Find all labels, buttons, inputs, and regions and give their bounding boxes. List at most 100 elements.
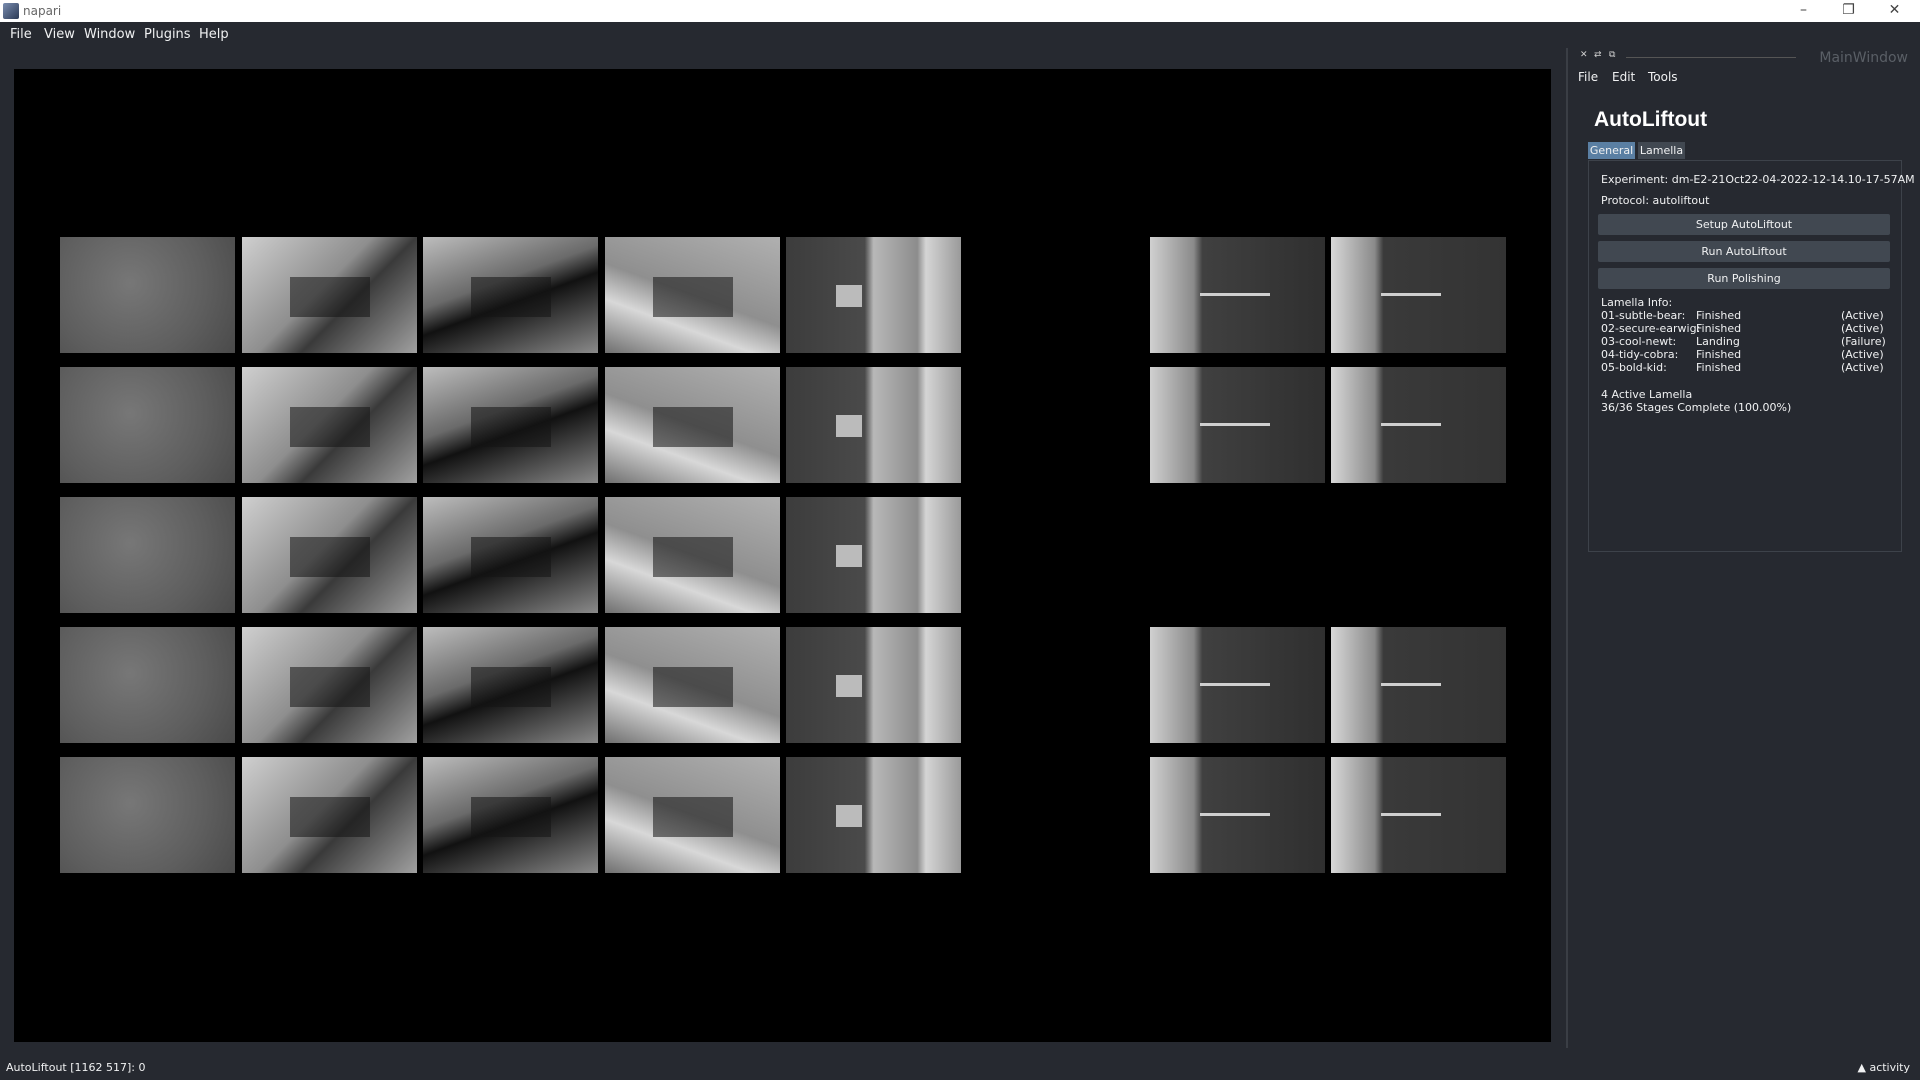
menu-file[interactable]: File xyxy=(10,27,32,42)
needle-mark xyxy=(1200,293,1270,296)
lamella-row: 04-tidy-cobra: Finished (Active) xyxy=(1601,348,1886,361)
microscope-image-side xyxy=(786,757,961,873)
dock-title-bar: ✕ ⇄ ⧉ MainWindow xyxy=(1576,50,1916,66)
lamella-stage: Finished xyxy=(1696,361,1742,374)
napari-logo-icon xyxy=(3,3,19,19)
menu-window[interactable]: Window xyxy=(84,27,135,42)
needle-mark xyxy=(1200,423,1270,426)
trench-mark xyxy=(471,277,551,317)
microscope-image-undercut xyxy=(423,627,598,743)
close-button[interactable]: ✕ xyxy=(1872,0,1917,22)
microscope-image-side xyxy=(786,627,961,743)
needle-mark xyxy=(1200,683,1270,686)
needle-mark xyxy=(1381,813,1441,816)
microscope-image-trench xyxy=(242,757,417,873)
trench-mark xyxy=(290,667,370,707)
microscope-image-liftout-a xyxy=(1150,627,1325,743)
run-autoliftout-button[interactable]: Run AutoLiftout xyxy=(1598,241,1890,262)
lamella-row: 05-bold-kid: Finished (Active) xyxy=(1601,361,1886,374)
trench-mark xyxy=(653,537,733,577)
restore-button[interactable]: ❐ xyxy=(1826,0,1871,22)
trench-mark xyxy=(471,537,551,577)
microscope-image-trench xyxy=(242,627,417,743)
main-menubar: File View Window Plugins Help xyxy=(0,22,1560,48)
microscope-image-liftout-b xyxy=(1331,627,1506,743)
dock-menu-file[interactable]: File xyxy=(1578,70,1598,84)
trench-mark xyxy=(653,667,733,707)
plugin-title: AutoLiftout xyxy=(1594,108,1708,131)
viewer-canvas[interactable] xyxy=(14,69,1551,1042)
menu-help[interactable]: Help xyxy=(199,27,229,42)
lamella-name: 05-bold-kid: xyxy=(1601,361,1667,374)
status-bar-text: AutoLiftout [1162 517]: 0 xyxy=(6,1061,146,1074)
lamella-name: 03-cool-newt: xyxy=(1601,335,1677,348)
dock-swap-icon[interactable]: ⇄ xyxy=(1594,50,1602,60)
lamella-name: 01-subtle-bear: xyxy=(1601,309,1686,322)
menu-view[interactable]: View xyxy=(44,27,75,42)
microscope-image-undercut xyxy=(423,367,598,483)
trench-mark xyxy=(653,407,733,447)
lamella-name: 02-secure-earwig: xyxy=(1601,322,1701,335)
trench-mark xyxy=(653,277,733,317)
tab-lamella[interactable]: Lamella xyxy=(1638,142,1685,159)
trench-mark xyxy=(471,407,551,447)
needle-mark xyxy=(1381,293,1441,296)
lamella-block-mark xyxy=(836,415,862,437)
microscope-image-liftout-a xyxy=(1150,237,1325,353)
microscope-image-surface xyxy=(60,237,235,353)
dock-float-icon[interactable]: ⧉ xyxy=(1609,50,1615,60)
needle-mark xyxy=(1200,813,1270,816)
tab-general[interactable]: General xyxy=(1588,142,1635,159)
dock-menu-tools[interactable]: Tools xyxy=(1648,70,1678,84)
run-polishing-button[interactable]: Run Polishing xyxy=(1598,268,1890,289)
lamella-status: (Active) xyxy=(1841,322,1884,335)
microscope-image-needle xyxy=(605,757,780,873)
lamella-status: (Failure) xyxy=(1841,335,1886,348)
lamella-block-mark xyxy=(836,805,862,827)
dock-window-title: MainWindow xyxy=(1819,50,1908,66)
microscope-image-liftout-a xyxy=(1150,367,1325,483)
microscope-image-needle xyxy=(605,237,780,353)
protocol-label: Protocol: autoliftout xyxy=(1601,194,1710,207)
microscope-image-trench xyxy=(242,237,417,353)
microscope-image-trench xyxy=(242,497,417,613)
chevron-up-icon: ▲ xyxy=(1857,1061,1866,1074)
microscope-image-liftout-a xyxy=(1150,757,1325,873)
activity-button[interactable]: ▲ activity xyxy=(1857,1061,1910,1074)
experiment-label: Experiment: dm-E2-21Oct22-04-2022-12-14.… xyxy=(1601,173,1915,186)
lamella-block-mark xyxy=(836,545,862,567)
lamella-status: (Active) xyxy=(1841,361,1884,374)
trench-mark xyxy=(471,797,551,837)
trench-mark xyxy=(290,277,370,317)
minimize-button[interactable]: – xyxy=(1781,0,1826,22)
dock-menu-edit[interactable]: Edit xyxy=(1612,70,1635,84)
lamella-block-mark xyxy=(836,675,862,697)
lamella-row: 03-cool-newt: Landing (Failure) xyxy=(1601,335,1886,348)
lamella-info-header: Lamella Info: xyxy=(1601,296,1673,309)
lamella-row: 02-secure-earwig: Finished (Active) xyxy=(1601,322,1886,335)
lamella-status: (Active) xyxy=(1841,309,1884,322)
setup-autoliftout-button[interactable]: Setup AutoLiftout xyxy=(1598,214,1890,235)
dock-title-line xyxy=(1626,57,1796,58)
lamella-name: 04-tidy-cobra: xyxy=(1601,348,1679,361)
lamella-row: 01-subtle-bear: Finished (Active) xyxy=(1601,309,1886,322)
microscope-image-needle xyxy=(605,627,780,743)
lamella-block-mark xyxy=(836,285,862,307)
lamella-stage: Finished xyxy=(1696,322,1742,335)
dock-close-icon[interactable]: ✕ xyxy=(1580,50,1588,60)
microscope-image-trench xyxy=(242,367,417,483)
dock-splitter[interactable] xyxy=(1566,48,1568,1048)
microscope-image-surface xyxy=(60,367,235,483)
microscope-image-liftout-b xyxy=(1331,367,1506,483)
needle-mark xyxy=(1381,683,1441,686)
active-lamella-summary: 4 Active Lamella xyxy=(1601,388,1693,401)
menu-plugins[interactable]: Plugins xyxy=(144,27,191,42)
microscope-image-surface xyxy=(60,497,235,613)
trench-mark xyxy=(290,537,370,577)
microscope-image-side xyxy=(786,367,961,483)
lamella-stage: Finished xyxy=(1696,309,1742,322)
microscope-image-liftout-b xyxy=(1331,237,1506,353)
lamella-stage: Landing xyxy=(1696,335,1740,348)
trench-mark xyxy=(653,797,733,837)
needle-mark xyxy=(1381,423,1441,426)
